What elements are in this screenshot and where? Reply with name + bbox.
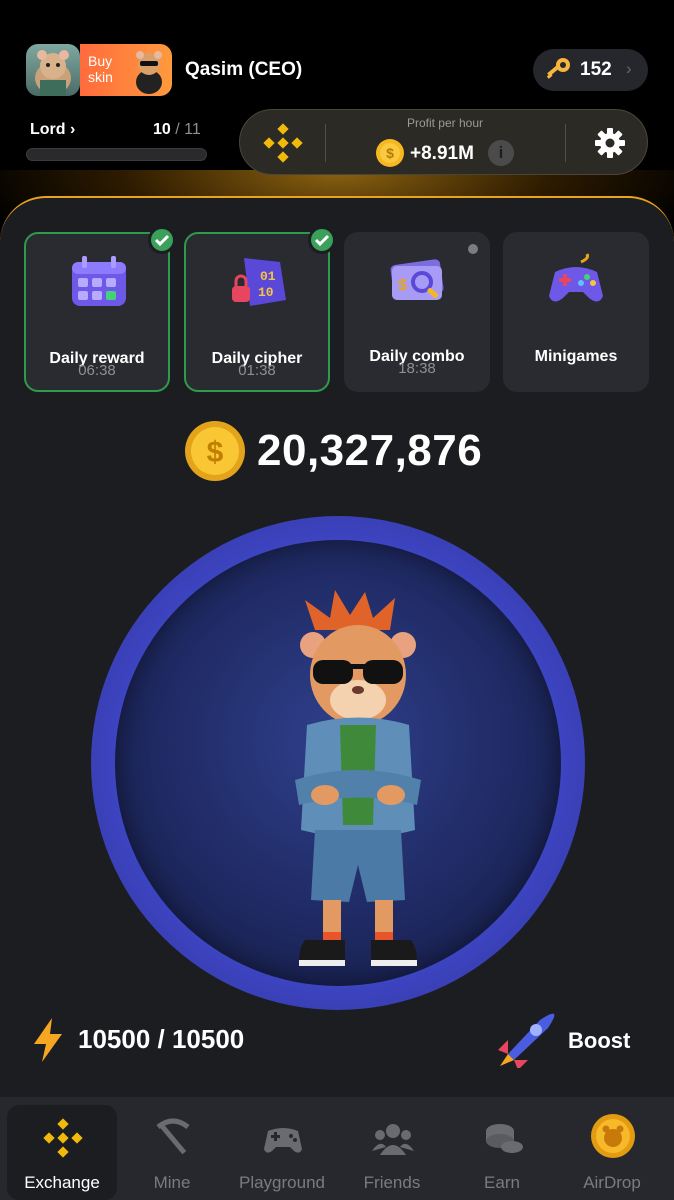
- combo-cards-icon: $: [390, 259, 444, 300]
- card-timer: 06:38: [78, 362, 116, 379]
- daily-cipher-card[interactable]: 01 10 Daily cipher 01:38: [184, 226, 336, 392]
- card-timer: 18:38: [398, 360, 436, 377]
- nav-exchange[interactable]: Exchange: [7, 1105, 117, 1200]
- svg-text:01: 01: [260, 269, 276, 284]
- info-icon[interactable]: i: [488, 140, 514, 166]
- gamepad-icon: [549, 253, 603, 302]
- tap-button[interactable]: [91, 516, 585, 1010]
- profit-panel: Profit per hour $ +8.91M i: [239, 109, 648, 175]
- nav-earn[interactable]: Earn: [447, 1105, 557, 1200]
- daily-reward-card[interactable]: Daily reward 06:38: [24, 226, 176, 392]
- daily-combo-card[interactable]: $ Daily combo 18:38: [344, 232, 490, 392]
- binance-icon[interactable]: [262, 122, 304, 164]
- hamster-skin-icon: [136, 51, 162, 94]
- status-dot: [468, 244, 478, 254]
- level-counter: 10 / 11: [153, 121, 201, 138]
- coins-icon: [486, 1124, 523, 1153]
- svg-text:$: $: [207, 436, 224, 469]
- pickaxe-icon: [156, 1118, 190, 1155]
- gear-icon[interactable]: [593, 126, 627, 160]
- level-current: 10: [153, 121, 171, 138]
- friends-icon: [372, 1124, 414, 1155]
- check-icon: [148, 226, 176, 254]
- key-icon: [546, 58, 570, 79]
- level-total: 11: [184, 121, 201, 138]
- card-timer: 01:38: [238, 362, 276, 379]
- divider: [565, 124, 566, 162]
- nav-airdrop[interactable]: AirDrop: [557, 1105, 667, 1200]
- level-link[interactable]: Lord ›: [30, 121, 75, 139]
- hamster-coin-icon: [591, 1114, 635, 1158]
- cipher-icon: 01 10: [232, 258, 286, 306]
- buy-skin-button[interactable]: Buy skin: [80, 44, 172, 96]
- energy-counter: 10500 / 10500: [78, 1024, 245, 1054]
- hamster-character: [295, 590, 421, 966]
- svg-text:$: $: [398, 277, 407, 294]
- svg-text:10: 10: [258, 285, 274, 300]
- profit-label: Profit per hour: [406, 116, 484, 130]
- chevron-right-icon: ›: [626, 59, 632, 78]
- profit-value: +8.91M: [410, 143, 474, 164]
- nav-label: Friends: [363, 1173, 421, 1192]
- username: Qasim (CEO): [185, 59, 303, 80]
- chevron-right-icon: ›: [70, 121, 76, 138]
- bottom-nav: Exchange Mine Playground Friends Earn Ai…: [0, 1097, 674, 1200]
- nav-label: Playground: [238, 1173, 325, 1192]
- keys-count: 152: [580, 59, 612, 80]
- nav-label: AirDrop: [583, 1173, 641, 1192]
- nav-playground[interactable]: Playground: [227, 1105, 337, 1200]
- level-name: Lord: [30, 121, 66, 138]
- rocket-icon[interactable]: [494, 1010, 558, 1068]
- coin-balance: 20,327,876: [257, 426, 483, 475]
- lightning-icon: [34, 1018, 62, 1062]
- calendar-icon: [72, 256, 126, 306]
- keys-button[interactable]: 152 ›: [533, 49, 648, 91]
- nav-label: Earn: [484, 1173, 520, 1192]
- level-progress-bar: [26, 148, 207, 161]
- tap-button-inner: [115, 540, 561, 986]
- buy-skin-label: Buy skin: [88, 53, 113, 85]
- minigames-card[interactable]: Minigames: [503, 232, 649, 392]
- coin-icon: $: [185, 421, 245, 481]
- nav-friends[interactable]: Friends: [337, 1105, 447, 1200]
- divider: [325, 124, 326, 162]
- nav-label: Mine: [153, 1173, 191, 1192]
- boost-button[interactable]: Boost: [568, 1028, 630, 1054]
- coin-icon: $: [376, 139, 404, 167]
- gamepad-icon: [264, 1128, 302, 1153]
- check-icon: [308, 226, 336, 254]
- nav-label: Exchange: [24, 1173, 100, 1192]
- svg-text:$: $: [386, 145, 394, 161]
- card-title: Minigames: [534, 348, 618, 365]
- main-panel: Daily reward 06:38 01 10 Daily cipher 01…: [0, 196, 674, 1200]
- nav-mine[interactable]: Mine: [117, 1105, 227, 1200]
- avatar[interactable]: [26, 44, 80, 96]
- binance-icon: [43, 1118, 83, 1158]
